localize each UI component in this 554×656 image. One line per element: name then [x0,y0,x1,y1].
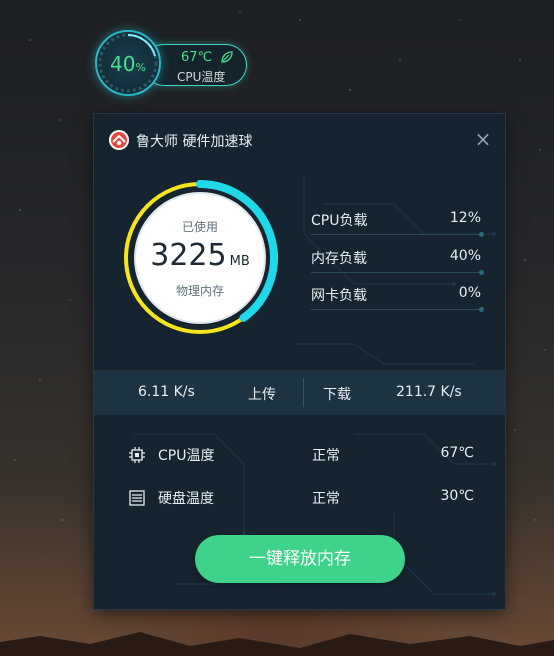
upload-label: 上传 [248,387,276,403]
load-dot [479,232,484,237]
temp-status: 正常 [312,491,340,507]
float-cpu-temp: 67℃ [181,50,213,65]
hard-disk-icon [129,490,145,506]
load-row-network: 网卡负载 0% [311,285,484,312]
floating-ball-widget[interactable]: 67℃ CPU温度 40% [95,30,255,100]
temp-value: 67℃ [440,445,474,461]
panel-title: 鲁大师 硬件加速球 [136,134,253,150]
memory-used-label: 已使用 [181,220,218,234]
hardware-accelerator-panel: 鲁大师 硬件加速球 × 已使用 3225 MB 物理内存 CPU负载 12% 内存… [93,113,506,610]
download-speed: 211.7 K/s [396,384,462,400]
temp-status: 正常 [312,448,340,464]
upload-speed: 6.11 K/s [138,384,195,400]
physical-memory-label: 物理内存 [175,284,224,298]
load-value: 40% [449,248,481,264]
temp-row-cpu: CPU温度 正常 67℃ [128,444,474,466]
load-dot [479,270,484,275]
mountain-silhouette [0,632,554,656]
temp-row-disk: 硬盘温度 正常 30℃ [128,487,474,509]
load-divider [311,234,481,235]
load-name: 网卡负载 [311,288,367,304]
cpu-chip-icon [129,447,145,463]
load-value: 0% [458,285,481,301]
temp-name: CPU温度 [158,448,215,464]
release-memory-button[interactable]: 一键释放内存 [195,535,405,583]
load-divider [311,272,481,273]
network-divider [303,378,304,407]
load-name: 内存负载 [311,251,367,267]
temp-value: 30℃ [440,488,474,504]
load-row-memory: 内存负载 40% [311,248,484,275]
title-bar: 鲁大师 硬件加速球 × [94,114,505,164]
float-cpu-temp-label: CPU温度 [177,70,226,84]
load-value: 12% [449,210,481,226]
close-button[interactable]: × [472,128,494,150]
float-memory-percent: 40% [110,52,146,76]
temp-name: 硬盘温度 [158,491,214,507]
download-label: 下载 [323,387,351,403]
network-speed-bar: 6.11 K/s 上传 下载 211.7 K/s [94,370,505,415]
load-name: CPU负载 [311,213,368,229]
ludashi-logo-icon [109,130,129,150]
load-dot [479,307,484,312]
load-divider [311,309,481,310]
leaf-icon [221,51,233,63]
load-row-cpu: CPU负载 12% [311,210,484,237]
memory-used-value: 3225 MB [150,238,250,273]
